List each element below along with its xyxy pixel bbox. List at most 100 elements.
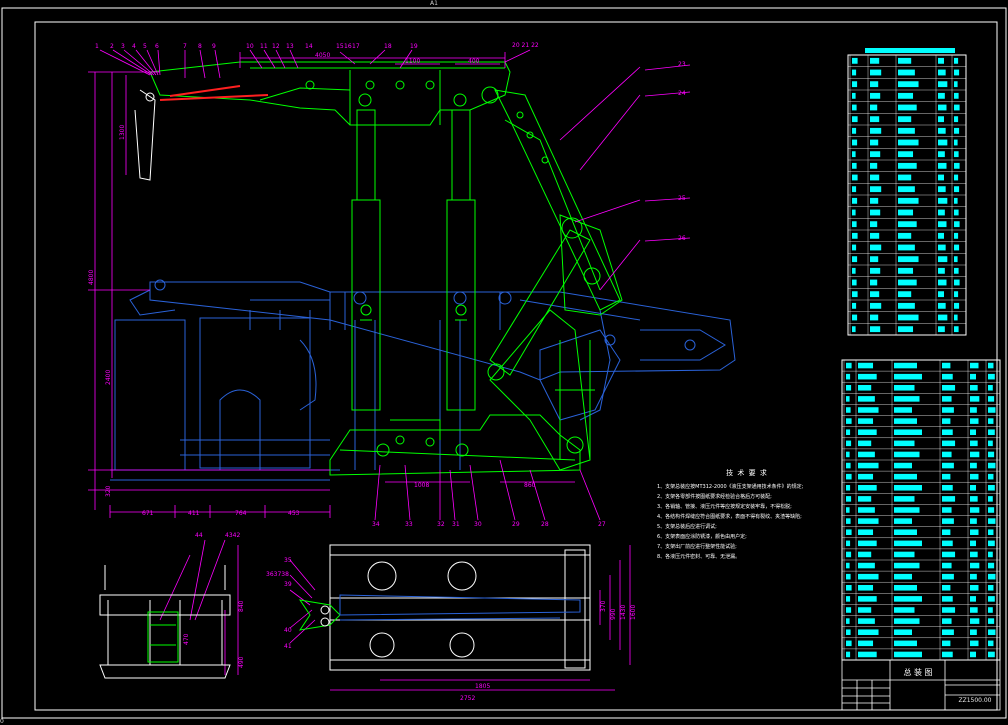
table-cell-text <box>894 462 912 469</box>
table-cell-text <box>846 540 851 547</box>
table-cell-text <box>894 440 915 447</box>
plan-view-blue-members <box>339 594 581 621</box>
table-cell-text <box>894 562 920 569</box>
table-cell-text <box>852 57 858 64</box>
table-cell-text <box>942 373 953 380</box>
callout-label: 1 <box>95 43 99 50</box>
table-cell-text <box>852 116 858 123</box>
table-cell-text <box>870 92 881 99</box>
callout-label: 35 <box>284 557 292 564</box>
table-cell-text <box>870 162 878 169</box>
table-cell-text <box>894 551 915 558</box>
table-cell-text <box>954 326 959 333</box>
table-cell-text <box>898 151 914 158</box>
table-cell-text <box>898 302 915 309</box>
table-cell-text <box>954 197 958 204</box>
table-cell-text <box>846 651 851 658</box>
table-cell-text <box>852 326 856 333</box>
table-cell-text <box>988 540 995 547</box>
table-cell-text <box>942 496 956 502</box>
table-cell-text <box>988 618 995 624</box>
table-cell-text <box>942 529 951 535</box>
table-cell-text <box>846 562 850 569</box>
notes-heading: 技 术 要 求 <box>726 469 768 477</box>
table-cell-text <box>898 81 919 88</box>
table-cell-text <box>970 629 977 635</box>
table-cell-text <box>894 629 912 635</box>
callout-label: 19 <box>410 43 418 50</box>
table-cell-text <box>942 607 956 613</box>
table-cell-text <box>894 473 917 480</box>
dimension-value: 860 <box>524 482 536 489</box>
table-cell-text <box>846 607 852 613</box>
table-cell-text <box>970 473 979 480</box>
table-cell-text <box>852 186 857 193</box>
note-item: 7、支架出厂前应进行整架性能试验; <box>657 544 737 550</box>
table-cell-text <box>988 385 993 391</box>
table-cell-text <box>970 407 977 413</box>
table-cell-text <box>970 573 977 580</box>
table-cell-text <box>938 174 944 181</box>
table-cell-text <box>988 429 995 435</box>
note-item: 1、支架总装应按MT312-2000《液压支架通用技术条件》的规定; <box>657 484 804 490</box>
table-cell-text <box>894 362 917 369</box>
note-item: 2、支架各零部件按图纸要求经检验合格后方可装配; <box>657 494 772 500</box>
table-cell-text <box>894 529 917 535</box>
table-cell-text <box>846 462 851 469</box>
table-cell-text <box>858 529 874 535</box>
table-cell-text <box>954 104 960 111</box>
table-cell-text <box>894 396 920 402</box>
table-cell-text <box>858 640 874 647</box>
table-cell-text <box>858 418 874 424</box>
table-cell-text <box>942 629 954 635</box>
table-cell-text <box>870 221 878 228</box>
table-cell-text <box>954 174 959 181</box>
table-cell-text <box>942 485 953 491</box>
table-cell-text <box>970 362 979 369</box>
callout-label: 39 <box>284 581 292 588</box>
table-cell-text <box>954 267 959 274</box>
table-cell-text <box>894 640 917 647</box>
dimension-value: 840 <box>238 600 245 612</box>
drawing-number: ZZ1500.00 <box>958 697 992 704</box>
table-cell-text <box>970 418 979 424</box>
table-cell-text <box>988 518 996 524</box>
table-cell-text <box>942 651 953 658</box>
table-cell-text <box>898 279 917 286</box>
title-block-name: 总 装 图 <box>903 668 933 677</box>
table-cell-text <box>858 562 875 569</box>
table-cell-text <box>858 496 872 502</box>
callout-label: 4 <box>132 43 136 50</box>
table-cell-text <box>970 496 978 502</box>
table-cell-text <box>898 221 917 228</box>
table-cell-text <box>894 451 920 458</box>
table-cell-text <box>898 291 912 298</box>
table-cell-text <box>898 116 912 123</box>
table-cell-text <box>970 562 980 569</box>
table-cell-text <box>870 69 882 76</box>
table-cell-text <box>898 92 914 99</box>
table-cell-text <box>988 496 993 502</box>
table-cell-text <box>870 244 882 251</box>
table-cell-text <box>988 551 993 558</box>
table-cell-text <box>988 562 995 569</box>
table-cell-text <box>894 540 922 547</box>
table-cell-text <box>942 640 951 647</box>
callout-label: 30 <box>474 521 482 528</box>
table-cell-text <box>870 186 882 193</box>
table-cell-text <box>898 104 917 111</box>
table-cell-text <box>858 373 877 380</box>
table-cell-text <box>846 629 851 635</box>
table-cell-text <box>858 473 874 480</box>
table-cell-text <box>858 462 879 469</box>
dimension-value: 764 <box>235 510 247 517</box>
callout-label: 6 <box>155 43 159 50</box>
table-cell-text <box>988 440 993 447</box>
table-cell-text <box>858 551 872 558</box>
table-cell-text <box>870 232 880 239</box>
table-cell-text <box>938 139 948 146</box>
table-cell-text <box>898 162 917 169</box>
table-cell-text <box>970 440 978 447</box>
table-cell-text <box>938 291 944 298</box>
table-cell-text <box>898 232 912 239</box>
